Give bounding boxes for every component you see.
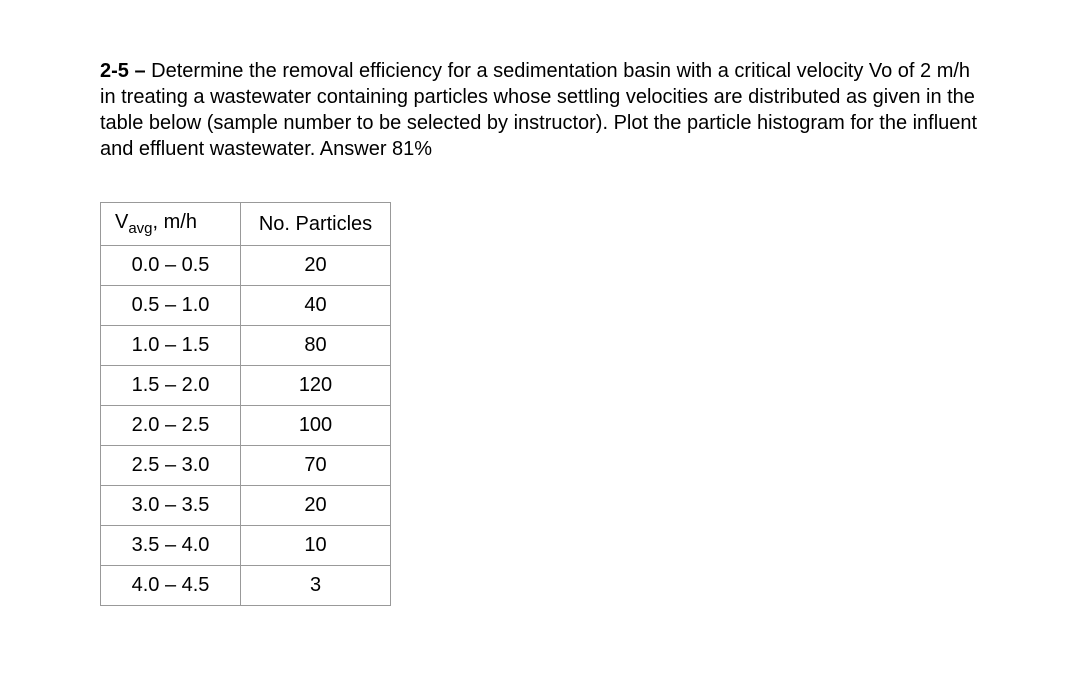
- table-row: 3.0 – 3.520: [101, 486, 391, 526]
- header-vavg: Vavg, m/h: [101, 203, 241, 246]
- cell-range: 1.5 – 2.0: [101, 366, 241, 406]
- table-row: 3.5 – 4.010: [101, 526, 391, 566]
- cell-count: 40: [241, 286, 391, 326]
- cell-range: 0.5 – 1.0: [101, 286, 241, 326]
- problem-number: 2-5 –: [100, 60, 146, 82]
- header-particles: No. Particles: [241, 203, 391, 246]
- table-body: 0.0 – 0.5200.5 – 1.0401.0 – 1.5801.5 – 2…: [101, 246, 391, 606]
- cell-count: 70: [241, 446, 391, 486]
- cell-range: 0.0 – 0.5: [101, 246, 241, 286]
- cell-range: 2.5 – 3.0: [101, 446, 241, 486]
- cell-count: 100: [241, 406, 391, 446]
- cell-range: 2.0 – 2.5: [101, 406, 241, 446]
- table-row: 1.0 – 1.580: [101, 326, 391, 366]
- table-row: 2.5 – 3.070: [101, 446, 391, 486]
- cell-range: 1.0 – 1.5: [101, 326, 241, 366]
- data-table: Vavg, m/h No. Particles 0.0 – 0.5200.5 –…: [100, 202, 391, 606]
- table-row: 0.0 – 0.520: [101, 246, 391, 286]
- cell-range: 3.0 – 3.5: [101, 486, 241, 526]
- problem-body: Determine the removal efficiency for a s…: [100, 60, 977, 160]
- cell-count: 20: [241, 486, 391, 526]
- table-row: 0.5 – 1.040: [101, 286, 391, 326]
- table-row: 1.5 – 2.0120: [101, 366, 391, 406]
- cell-count: 20: [241, 246, 391, 286]
- cell-count: 3: [241, 566, 391, 606]
- problem-statement: 2-5 – Determine the removal efficiency f…: [100, 58, 980, 162]
- cell-count: 120: [241, 366, 391, 406]
- table-row: 4.0 – 4.53: [101, 566, 391, 606]
- cell-count: 10: [241, 526, 391, 566]
- cell-range: 3.5 – 4.0: [101, 526, 241, 566]
- cell-range: 4.0 – 4.5: [101, 566, 241, 606]
- cell-count: 80: [241, 326, 391, 366]
- table-row: 2.0 – 2.5100: [101, 406, 391, 446]
